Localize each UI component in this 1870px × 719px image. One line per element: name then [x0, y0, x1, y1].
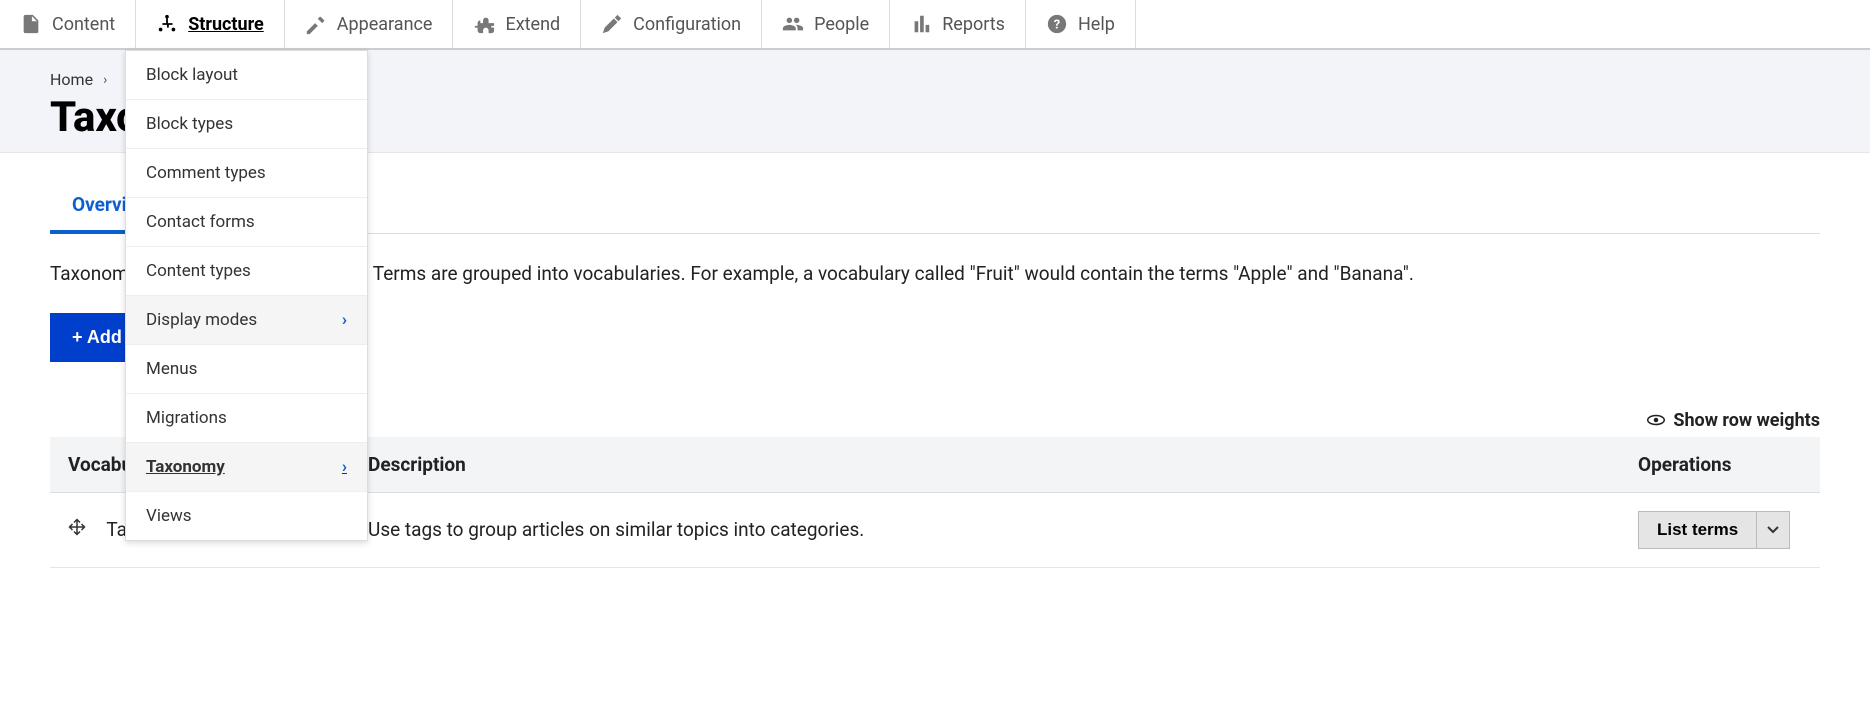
admin-toolbar: Content Structure Appearance Extend Conf… — [0, 0, 1870, 50]
dropdown-migrations[interactable]: Migrations — [126, 394, 367, 443]
th-description: Description — [350, 437, 1620, 493]
drag-handle-icon[interactable] — [68, 518, 86, 536]
toolbar-people[interactable]: People — [762, 0, 890, 48]
svg-text:?: ? — [1054, 18, 1060, 33]
structure-dropdown: Block layout Block types Comment types C… — [125, 50, 368, 541]
dropdown-label: Block layout — [146, 65, 238, 85]
toolbar-label: People — [814, 14, 869, 35]
appearance-icon — [305, 13, 327, 35]
toolbar-label: Extend — [505, 14, 560, 35]
operations-caret[interactable] — [1757, 511, 1790, 549]
eye-icon — [1647, 410, 1665, 431]
vocab-desc: Use tags to group articles on similar to… — [350, 492, 1620, 567]
dropdown-contact-forms[interactable]: Contact forms — [126, 198, 367, 247]
dropdown-block-layout[interactable]: Block layout — [126, 51, 367, 100]
structure-icon — [156, 13, 178, 35]
dropdown-views[interactable]: Views — [126, 492, 367, 540]
dropdown-comment-types[interactable]: Comment types — [126, 149, 367, 198]
reports-icon — [910, 13, 932, 35]
content-icon — [20, 13, 42, 35]
toolbar-appearance[interactable]: Appearance — [285, 0, 454, 48]
chevron-right-icon: › — [103, 72, 107, 88]
chevron-right-icon: › — [342, 310, 347, 330]
toolbar-label: Content — [52, 14, 115, 35]
dropdown-label: Comment types — [146, 163, 266, 183]
dropdown-block-types[interactable]: Block types — [126, 100, 367, 149]
dropdown-label: Migrations — [146, 408, 227, 428]
operations-dropbutton: List terms — [1638, 511, 1790, 549]
toolbar-reports[interactable]: Reports — [890, 0, 1026, 48]
show-row-weights-link[interactable]: Show row weights — [1647, 410, 1820, 431]
chevron-down-icon — [1767, 526, 1779, 534]
extend-icon — [473, 13, 495, 35]
list-terms-button[interactable]: List terms — [1638, 511, 1757, 549]
toolbar-structure[interactable]: Structure — [136, 0, 285, 48]
dropdown-content-types[interactable]: Content types — [126, 247, 367, 296]
toolbar-extend[interactable]: Extend — [453, 0, 581, 48]
dropdown-label: Views — [146, 506, 192, 526]
toolbar-configuration[interactable]: Configuration — [581, 0, 762, 48]
row-weights-label: Show row weights — [1673, 410, 1820, 431]
dropdown-label: Content types — [146, 261, 251, 281]
dropdown-label: Contact forms — [146, 212, 255, 232]
toolbar-label: Help — [1078, 14, 1115, 35]
dropdown-label: Display modes — [146, 310, 257, 330]
dropdown-display-modes[interactable]: Display modes › — [126, 296, 367, 345]
th-operations: Operations — [1620, 437, 1820, 493]
chevron-right-icon: › — [342, 457, 347, 477]
toolbar-label: Reports — [942, 14, 1005, 35]
toolbar-label: Appearance — [337, 14, 433, 35]
toolbar-content[interactable]: Content — [0, 0, 136, 48]
dropdown-label: Block types — [146, 114, 233, 134]
help-icon: ? — [1046, 13, 1068, 35]
dropdown-label: Menus — [146, 359, 197, 379]
toolbar-help[interactable]: ? Help — [1026, 0, 1136, 48]
dropdown-menus[interactable]: Menus — [126, 345, 367, 394]
dropdown-label: Taxonomy — [146, 457, 225, 477]
toolbar-label: Configuration — [633, 14, 741, 35]
dropdown-taxonomy[interactable]: Taxonomy › — [126, 443, 367, 492]
breadcrumb-home[interactable]: Home — [50, 70, 93, 89]
people-icon — [782, 13, 804, 35]
toolbar-label: Structure — [188, 14, 264, 35]
configuration-icon — [601, 13, 623, 35]
